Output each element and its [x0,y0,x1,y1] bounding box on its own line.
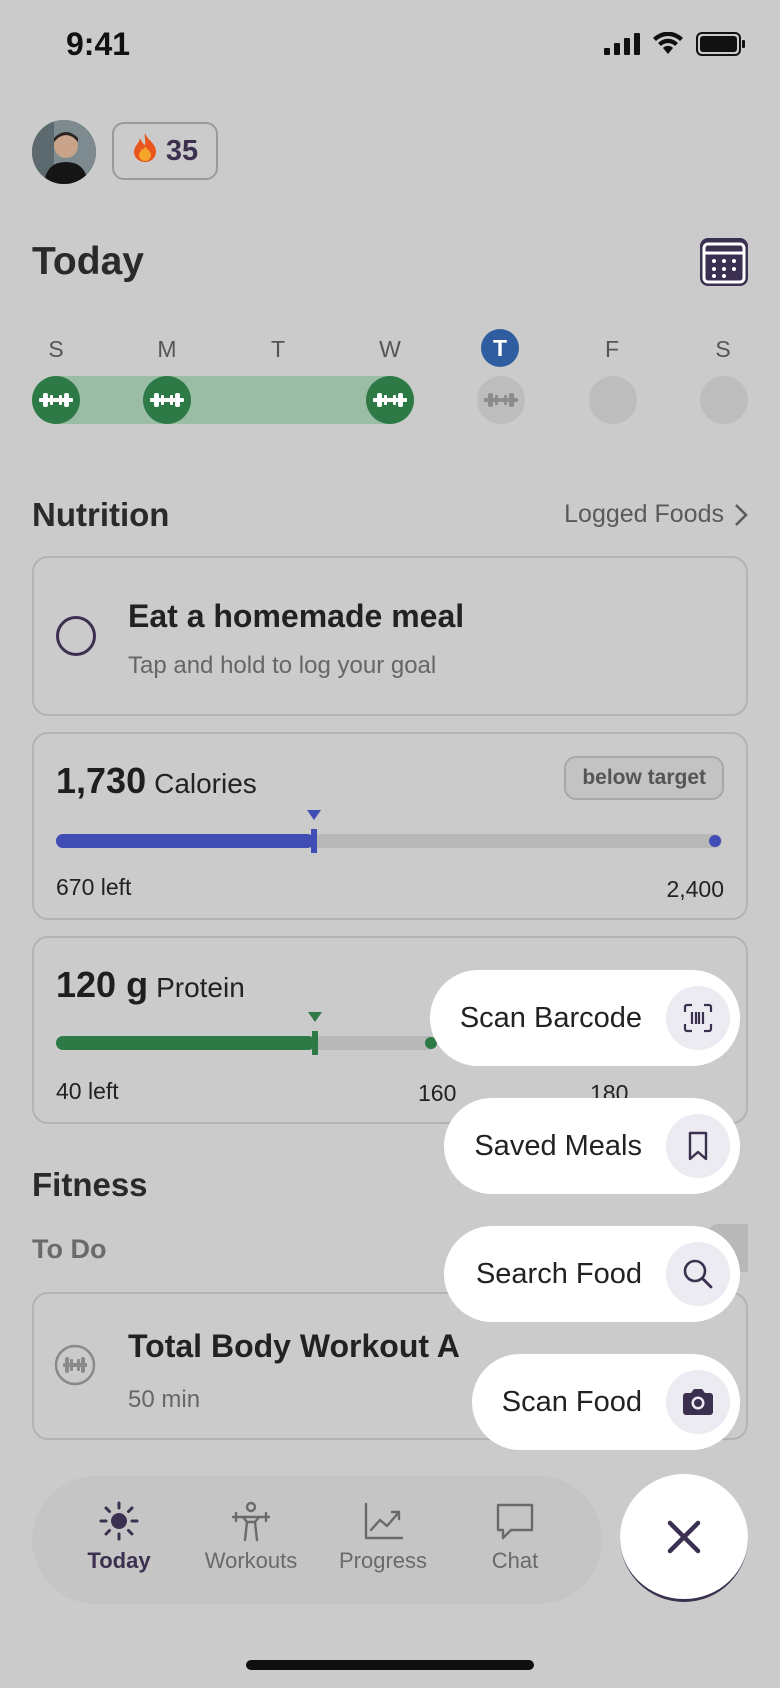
dumbbell-icon [150,393,184,407]
calories-unit: Calories [154,768,257,799]
protein-progress-marker [312,1031,318,1055]
day-label-fri: F [604,336,620,362]
dumbbell-icon [39,393,73,407]
search-food-label: Search Food [475,1257,642,1290]
tab-today[interactable]: Today [64,1500,174,1574]
calories-progress-fill [56,834,314,848]
todo-label: To Do [32,1234,107,1264]
workout-dumbbell-icon [54,1344,96,1391]
day-label-wed: W [379,336,401,362]
day-dot-sun[interactable] [32,376,80,424]
protein-amount: 120 g Protein [56,964,245,1006]
logged-foods-label: Logged Foods [564,500,724,528]
goal-subtitle: Tap and hold to log your goal [128,652,437,679]
calories-amount: 1,730 Calories [56,760,257,802]
calories-target: 2,400 [666,876,724,902]
day-dot-fri[interactable] [589,376,637,424]
tab-bar: Today Workouts Progress Chat [32,1476,602,1604]
fitness-title: Fitness [32,1166,148,1203]
protein-left: 40 left [56,1078,119,1104]
scan-barcode-label: Scan Barcode [459,1001,642,1034]
tab-progress-label: Progress [338,1548,428,1573]
status-time: 9:41 [66,26,131,62]
workout-duration: 50 min [128,1386,201,1413]
calories-progress-marker [311,829,317,853]
close-menu-button[interactable] [620,1474,748,1602]
chat-icon [496,1503,534,1540]
protein-target: 160 [418,1080,457,1106]
scan-barcode-button[interactable]: Scan Barcode [430,970,740,1066]
close-icon [667,1520,701,1553]
dumbbell-icon [373,393,407,407]
barcode-icon [666,986,730,1050]
saved-meals-button[interactable]: Saved Meals [444,1098,740,1194]
home-indicator [246,1660,534,1670]
streak-count: 35 [165,134,199,167]
day-label-mon: M [157,336,177,362]
day-dot-mon[interactable] [143,376,191,424]
tab-progress[interactable]: Progress [328,1500,438,1574]
tab-chat-label: Chat [491,1548,539,1573]
battery-icon [696,32,745,56]
chart-icon [364,1502,404,1540]
protein-value: 120 g [56,964,149,1005]
camera-icon [666,1370,730,1434]
day-dot-wed[interactable] [366,376,414,424]
wifi-icon [653,32,683,54]
tab-workouts-label: Workouts [204,1548,298,1573]
dumbbell-icon [484,393,518,407]
tab-today-label: Today [87,1548,151,1573]
calories-card[interactable]: 1,730 Calories below target 670 left 2,40… [32,732,748,920]
protein-marker-arrow [308,1012,322,1022]
day-label-sun: S [48,336,64,362]
day-label-sat: S [715,336,731,362]
calories-target-dot [709,835,721,847]
calories-value: 1,730 [56,760,147,801]
chevron-right-icon [735,503,748,526]
goal-card[interactable]: Eat a homemade meal Tap and hold to log … [32,556,748,716]
week-streak-bar [32,376,414,424]
calories-marker-arrow [307,810,321,820]
day-dot-thu[interactable] [477,376,525,424]
streak-badge[interactable]: 35 [112,122,218,180]
flame-icon [132,132,158,170]
workout-title: Total Body Workout A [128,1328,460,1364]
tab-chat[interactable]: Chat [460,1500,570,1574]
day-label-tue: T [270,336,286,362]
sun-icon [99,1501,139,1541]
weightlifter-icon [231,1501,271,1542]
bookmark-icon [666,1114,730,1178]
day-label-thu-today[interactable]: T [481,329,519,367]
logged-foods-link[interactable]: Logged Foods [564,500,748,529]
tab-workouts[interactable]: Workouts [196,1500,306,1574]
calendar-button[interactable] [700,238,748,286]
signal-icon [604,33,640,55]
goal-checkbox[interactable] [56,616,96,656]
day-dot-sat[interactable] [700,376,748,424]
nutrition-title: Nutrition [32,496,170,533]
search-icon [666,1242,730,1306]
scan-food-label: Scan Food [501,1385,642,1418]
goal-title: Eat a homemade meal [128,598,465,634]
status-icons [604,32,746,56]
status-badge: below target [564,756,724,800]
calories-left: 670 left [56,874,132,900]
calendar-icon [702,242,746,284]
protein-progress-fill [56,1036,315,1050]
calories-progress-track [56,810,722,853]
search-food-button[interactable]: Search Food [444,1226,740,1322]
avatar[interactable] [32,120,96,184]
protein-unit: Protein [156,972,245,1003]
protein-progress-track [56,1012,437,1055]
saved-meals-label: Saved Meals [474,1129,642,1162]
scan-food-button[interactable]: Scan Food [472,1354,740,1450]
page-title: Today [32,240,144,283]
